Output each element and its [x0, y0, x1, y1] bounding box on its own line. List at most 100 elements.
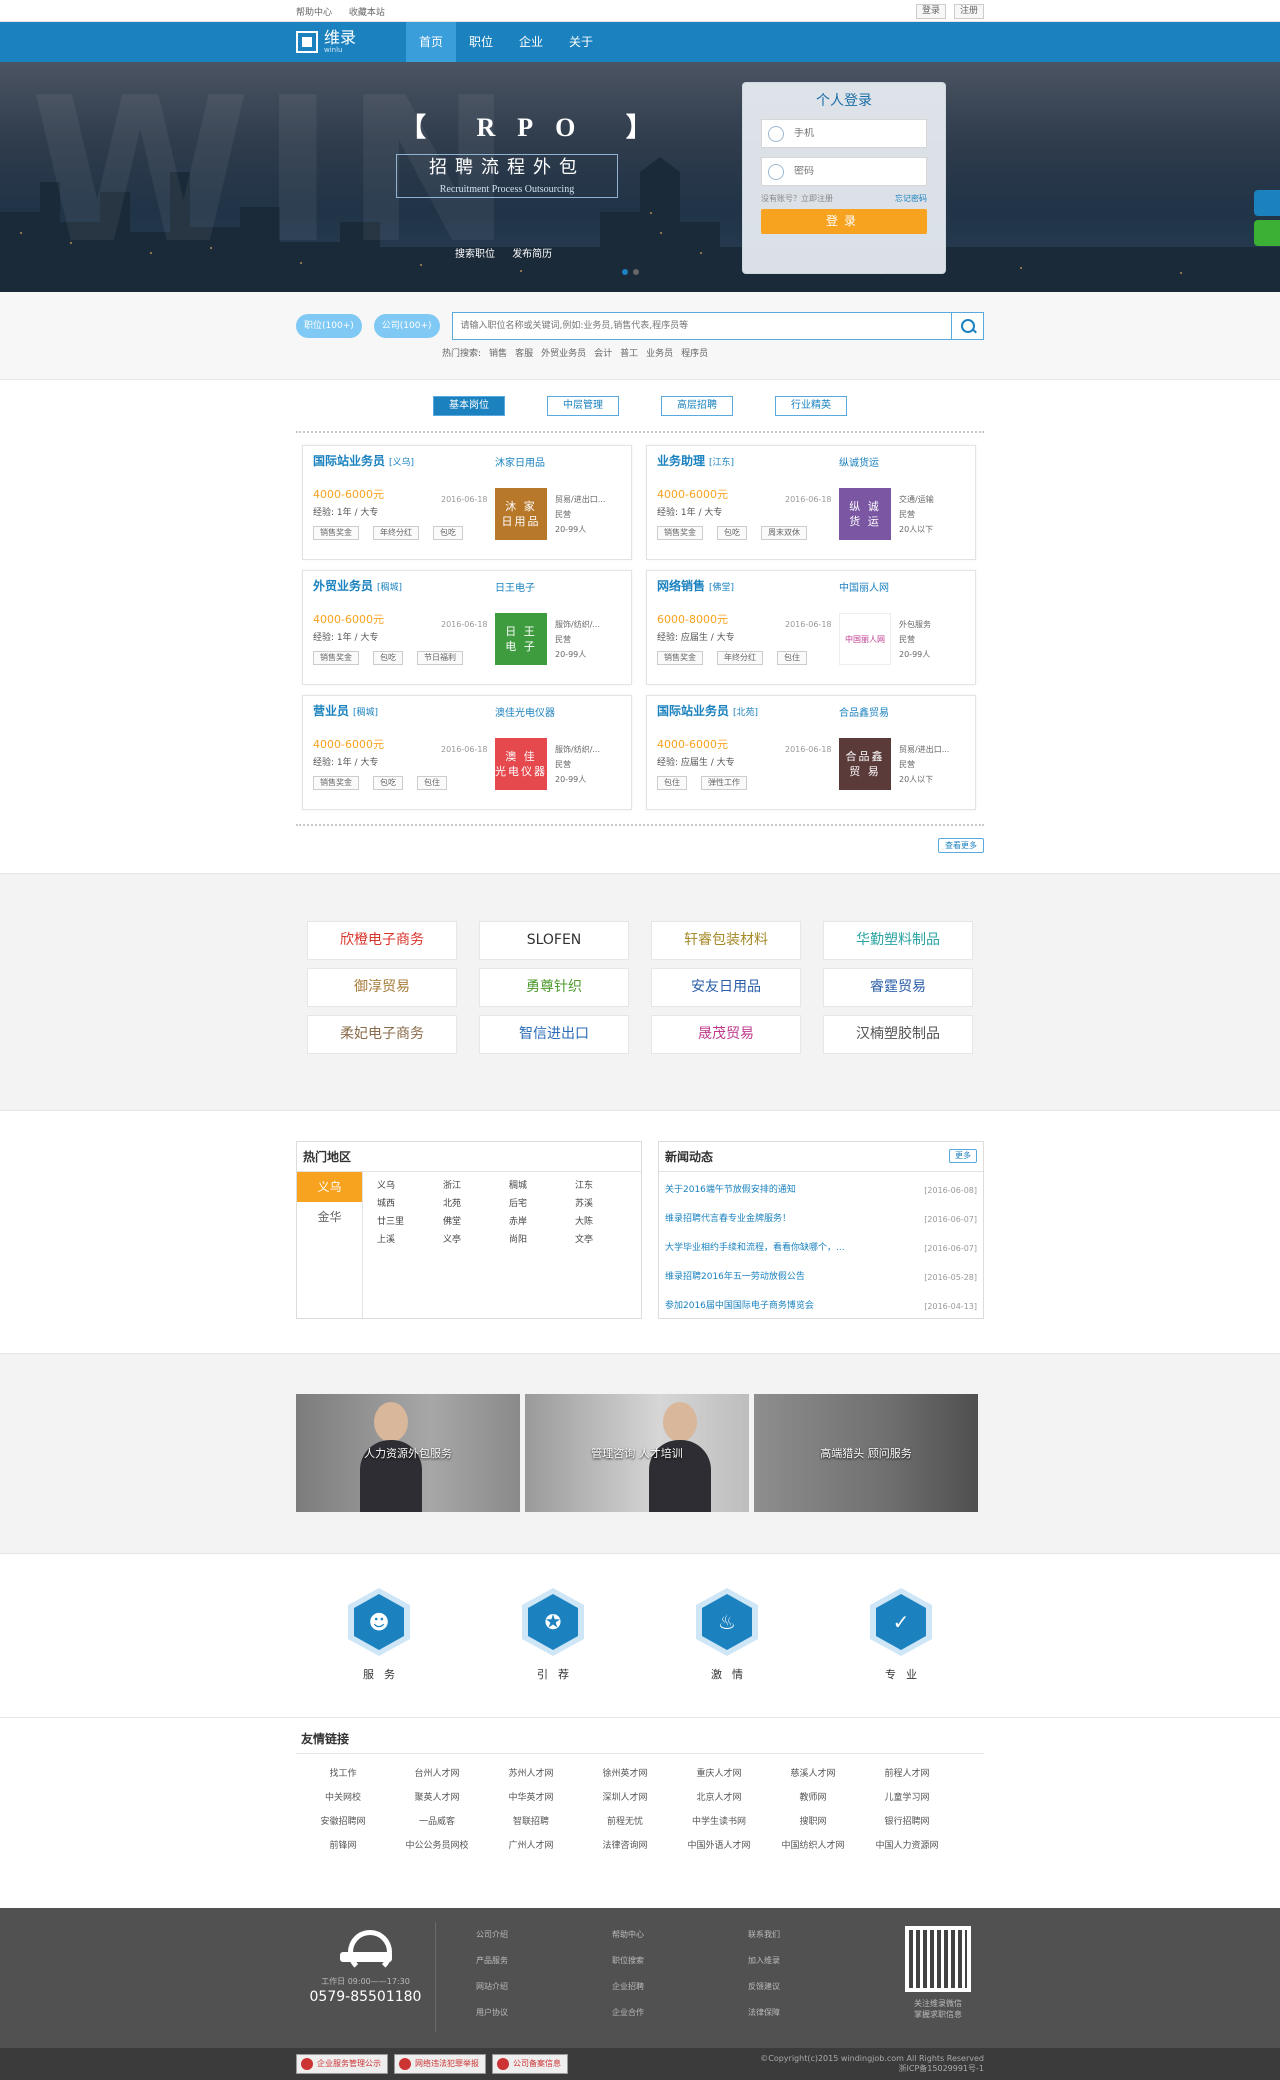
city-link[interactable]: 廿三里: [377, 1214, 443, 1227]
news-more-button[interactable]: 更多: [949, 1149, 977, 1163]
footer-link[interactable]: 企业招聘: [612, 1974, 748, 2000]
service-headhunting[interactable]: 高端猎头 顾问服务: [754, 1394, 978, 1512]
friend-link[interactable]: 中关网校: [296, 1790, 390, 1803]
footer-link[interactable]: 网站介绍: [476, 1974, 612, 2000]
footer-link[interactable]: 职位搜索: [612, 1948, 748, 1974]
hot-search-item[interactable]: 外贸业务员: [541, 346, 586, 359]
job-card[interactable]: 国际站业务员 [北苑] 合品鑫贸易 4000-6000元 2016-06-18 经…: [646, 695, 976, 810]
friend-link[interactable]: 前程无忧: [578, 1814, 672, 1827]
friend-link[interactable]: 中国外语人才网: [672, 1838, 766, 1851]
friend-link[interactable]: 找工作: [296, 1766, 390, 1779]
friend-link[interactable]: 中国纺织人才网: [766, 1838, 860, 1851]
company-logo-tile[interactable]: 柔妃电子商务: [307, 1015, 457, 1054]
friend-link[interactable]: 台州人才网: [390, 1766, 484, 1779]
job-title[interactable]: 国际站业务员 [义乌]: [313, 452, 621, 472]
news-headline[interactable]: 维录招聘代言春专业金牌服务！: [665, 1205, 791, 1234]
company-logo-tile[interactable]: 御淳贸易: [307, 968, 457, 1007]
carousel-dot[interactable]: [633, 269, 639, 275]
city-link[interactable]: 义乌: [377, 1178, 443, 1191]
friend-link[interactable]: 搜职网: [766, 1814, 860, 1827]
job-card[interactable]: 营业员 [稠城] 澳佳光电仪器 4000-6000元 2016-06-18 经验:…: [302, 695, 632, 810]
city-link[interactable]: 浙江: [443, 1178, 509, 1191]
job-title[interactable]: 营业员 [稠城]: [313, 702, 621, 722]
city-link[interactable]: 赤岸: [509, 1214, 575, 1227]
job-card[interactable]: 网络销售 [佛堂] 中国丽人网 6000-8000元 2016-06-18 经验:…: [646, 570, 976, 685]
login-submit-button[interactable]: 登录: [761, 209, 927, 234]
footer-link[interactable]: 产品服务: [476, 1948, 612, 1974]
nav-item-home[interactable]: 首页: [406, 22, 456, 62]
friend-link[interactable]: 银行招聘网: [860, 1814, 954, 1827]
wechat-icon[interactable]: [1254, 220, 1280, 246]
footer-link[interactable]: 联系我们: [748, 1922, 884, 1948]
company-logo-tile[interactable]: 汉楠塑胶制品: [823, 1015, 973, 1054]
forgot-password-link[interactable]: 忘记密码: [895, 193, 927, 204]
city-link[interactable]: 大陈: [575, 1214, 641, 1227]
banner-link-resume[interactable]: 发布简历: [512, 249, 552, 260]
friend-link[interactable]: 智联招聘: [484, 1814, 578, 1827]
company-logo[interactable]: 沐 家 日用品: [495, 488, 547, 540]
city-link[interactable]: 北苑: [443, 1196, 509, 1209]
hot-search-item[interactable]: 程序员: [681, 346, 708, 359]
city-link[interactable]: 城西: [377, 1196, 443, 1209]
help-link[interactable]: 帮助中心: [296, 8, 332, 18]
company-logo-tile[interactable]: 智信进出口: [479, 1015, 629, 1054]
friend-link[interactable]: 安徽招聘网: [296, 1814, 390, 1827]
service-consulting[interactable]: 管理咨询 人才培训: [525, 1394, 749, 1512]
city-link[interactable]: 尚阳: [509, 1232, 575, 1245]
footer-link[interactable]: 法律保障: [748, 2000, 884, 2026]
favorite-link[interactable]: 收藏本站: [349, 8, 385, 18]
news-item[interactable]: 参加2016届中国国际电子商务博览会 [2016-04-13]: [665, 1292, 977, 1321]
search-type-companies[interactable]: 公司(100+): [373, 314, 440, 338]
friend-link[interactable]: 前程人才网: [860, 1766, 954, 1779]
tab-senior-recruitment[interactable]: 高层招聘: [661, 396, 733, 416]
city-link[interactable]: 上溪: [377, 1232, 443, 1245]
hot-search-item[interactable]: 客服: [515, 346, 533, 359]
region-tab-yiwu[interactable]: 义乌: [297, 1172, 362, 1202]
job-title[interactable]: 网络销售 [佛堂]: [657, 577, 965, 597]
nav-item-about[interactable]: 关于: [556, 22, 606, 62]
search-button[interactable]: [951, 313, 983, 339]
search-input[interactable]: [452, 313, 951, 339]
nav-item-jobs[interactable]: 职位: [456, 22, 506, 62]
job-card[interactable]: 业务助理 [江东] 纵诚货运 4000-6000元 2016-06-18 经验: …: [646, 445, 976, 560]
job-title[interactable]: 国际站业务员 [北苑]: [657, 702, 965, 722]
nav-item-companies[interactable]: 企业: [506, 22, 556, 62]
friend-link[interactable]: 教师网: [766, 1790, 860, 1803]
badge-record[interactable]: 公司备案信息: [492, 2054, 568, 2074]
footer-link[interactable]: 公司介绍: [476, 1922, 612, 1948]
company-logo-tile[interactable]: 轩睿包装材料: [651, 921, 801, 960]
footer-link[interactable]: 帮助中心: [612, 1922, 748, 1948]
city-link[interactable]: 佛堂: [443, 1214, 509, 1227]
company-logo[interactable]: 澳 佳 光电仪器: [495, 738, 547, 790]
company-logo[interactable]: 日 王 电 子: [495, 613, 547, 665]
friend-link[interactable]: 苏州人才网: [484, 1766, 578, 1779]
tab-industry-elite[interactable]: 行业精英: [775, 396, 847, 416]
city-link[interactable]: 义亭: [443, 1232, 509, 1245]
company-name[interactable]: 沐家日用品: [495, 454, 545, 469]
company-logo[interactable]: 纵 诚 货 运: [839, 488, 891, 540]
company-logo-tile[interactable]: 华勤塑料制品: [823, 921, 973, 960]
city-link[interactable]: 文亭: [575, 1232, 641, 1245]
service-hr-outsourcing[interactable]: 人力资源外包服务: [296, 1394, 520, 1512]
company-logo-tile[interactable]: 勇尊针织: [479, 968, 629, 1007]
friend-link[interactable]: 聚英人才网: [390, 1790, 484, 1803]
news-item[interactable]: 大学毕业相约手续和流程，看看你缺哪个，... [2016-06-07]: [665, 1234, 977, 1263]
job-card[interactable]: 外贸业务员 [稠城] 日王电子 4000-6000元 2016-06-18 经验:…: [302, 570, 632, 685]
company-logo-tile[interactable]: 晟茂贸易: [651, 1015, 801, 1054]
hot-search-item[interactable]: 会计: [594, 346, 612, 359]
register-link[interactable]: 没有账号？立即注册: [761, 193, 833, 204]
phone-input[interactable]: [794, 128, 904, 139]
job-title[interactable]: 外贸业务员 [稠城]: [313, 577, 621, 597]
search-type-jobs[interactable]: 职位(100+): [296, 314, 362, 338]
password-input[interactable]: [794, 166, 904, 177]
friend-link[interactable]: 慈溪人才网: [766, 1766, 860, 1779]
news-item[interactable]: 关于2016端午节放假安排的通知 [2016-06-08]: [665, 1176, 977, 1205]
company-logo-tile[interactable]: 睿霆贸易: [823, 968, 973, 1007]
banner-link-search[interactable]: 搜索职位: [455, 249, 495, 260]
company-logo-tile[interactable]: 欣橙电子商务: [307, 921, 457, 960]
company-logo[interactable]: 合品鑫 贸 易: [839, 738, 891, 790]
company-name[interactable]: 日王电子: [495, 579, 535, 594]
footer-link[interactable]: 用户协议: [476, 2000, 612, 2026]
news-headline[interactable]: 维录招聘2016年五一劳动放假公告: [665, 1263, 805, 1292]
friend-link[interactable]: 儿童学习网: [860, 1790, 954, 1803]
